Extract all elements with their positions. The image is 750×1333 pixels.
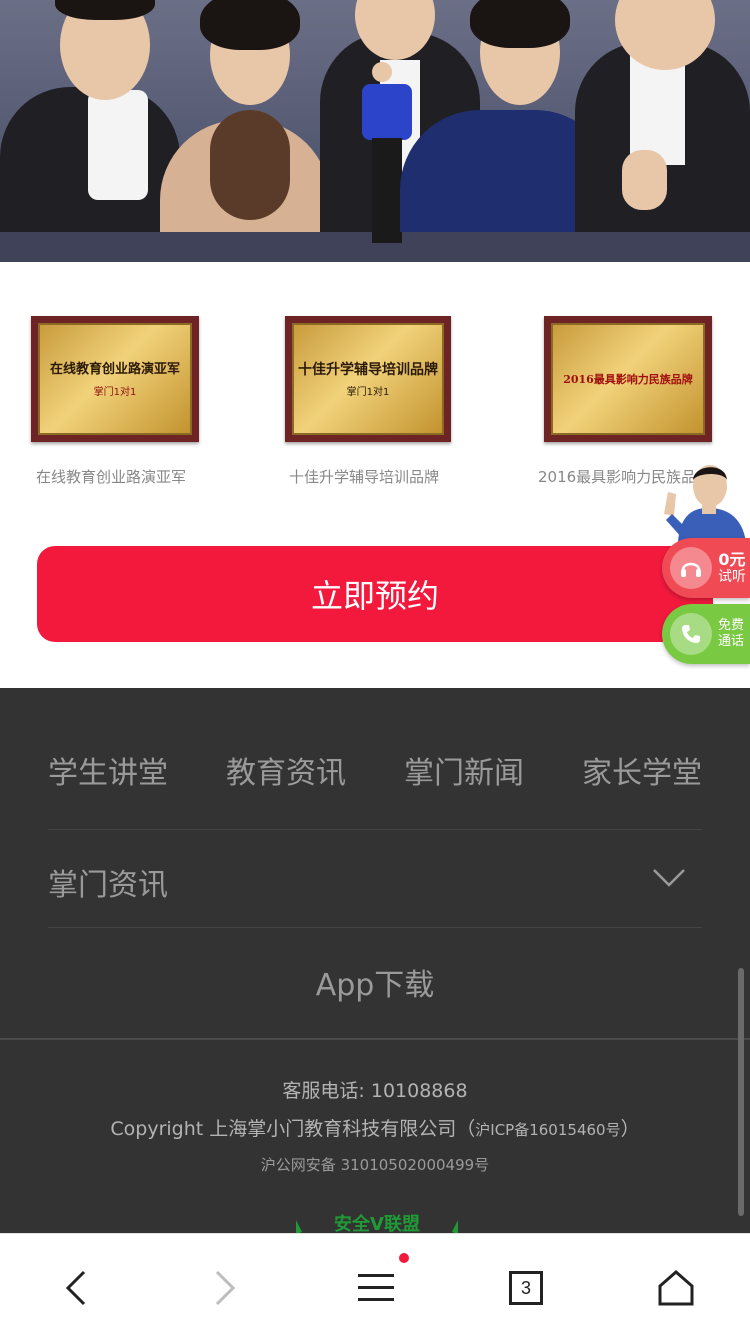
tabs-icon: 3 [509,1271,543,1305]
forward-icon [215,1270,236,1306]
free-call-line2: 通话 [718,634,745,649]
safety-alliance-logo[interactable]: 安全V联盟 [292,1210,462,1233]
free-trial-line1: 0元 [718,549,746,569]
advisor-avatar[interactable] [658,452,750,542]
award-plaque-3: 2016最具影响力民族品牌 [544,316,712,442]
footer-nav: 学生讲堂 教育资讯 掌门新闻 家长学堂 [48,748,702,792]
divider [0,1038,750,1040]
app-download-link[interactable]: App下载 [0,960,750,1004]
browser-toolbar: 3 [0,1233,750,1333]
award-plate-sub: 掌门1对1 [346,386,390,398]
home-icon [658,1270,694,1306]
award-plate-sub: 掌门1对1 [93,386,137,398]
scrollbar[interactable] [738,968,744,1216]
home-button[interactable] [652,1264,700,1312]
news-label: 掌门资讯 [48,868,168,903]
copyright-text: Copyright 上海掌小门教育科技有限公司（ [110,1118,476,1140]
customer-service-phone: 客服电话: 10108868 [282,1080,468,1102]
free-trial-button[interactable]: 0元 试听 [662,538,750,598]
tabs-button[interactable]: 3 [502,1264,550,1312]
footer-link-company-news[interactable]: 掌门新闻 [404,748,524,792]
menu-icon [358,1274,394,1301]
footer-link-parent-school[interactable]: 家长学堂 [582,748,702,792]
free-call-line1: 免费 [718,618,745,633]
award-plaque-1: 在线教育创业路演亚军 掌门1对1 [31,316,199,442]
copyright-end: ） [620,1118,640,1140]
headset-icon [670,547,712,589]
award-caption: 十佳升学辅导培训品牌 [289,468,440,486]
award-plate-text: 在线教育创业路演亚军 [49,361,180,377]
free-call-button[interactable]: 免费 通话 [662,604,750,664]
award-plate-text: 2016最具影响力民族品牌 [563,373,693,386]
hero-banner [0,0,750,262]
award-plaque-2: 十佳升学辅导培训品牌 掌门1对1 [285,316,451,442]
menu-button[interactable] [352,1264,400,1312]
award-caption: 在线教育创业路演亚军 [36,468,187,486]
copyright: Copyright 上海掌小门教育科技有限公司（沪ICP备16015460号） [0,1114,750,1141]
chevron-down-icon [653,869,685,887]
phone-icon [670,613,712,655]
book-now-button[interactable]: 立即预约 [37,546,713,642]
tab-count: 3 [520,1277,531,1298]
safety-alliance-text: 安全V联盟 [334,1213,420,1233]
police-record[interactable]: 沪公网安备 31010502000499号 [0,1154,750,1175]
award-plate-text: 十佳升学辅导培训品牌 [298,361,438,378]
divider [48,927,702,928]
footer: 学生讲堂 教育资讯 掌门新闻 家长学堂 掌门资讯 App下载 客服电话: 101… [0,688,750,1233]
back-icon [65,1270,86,1306]
back-button[interactable] [52,1264,100,1312]
free-trial-line2: 试听 [718,568,746,585]
news-expand-row[interactable]: 掌门资讯 [48,860,702,903]
menu-notification-dot [399,1253,409,1263]
forward-button[interactable] [201,1264,249,1312]
icp-number[interactable]: 沪ICP备16015460号 [475,1121,620,1139]
divider [48,829,702,830]
footer-link-student-lecture[interactable]: 学生讲堂 [48,748,168,792]
footer-link-education-news[interactable]: 教育资讯 [226,748,346,792]
